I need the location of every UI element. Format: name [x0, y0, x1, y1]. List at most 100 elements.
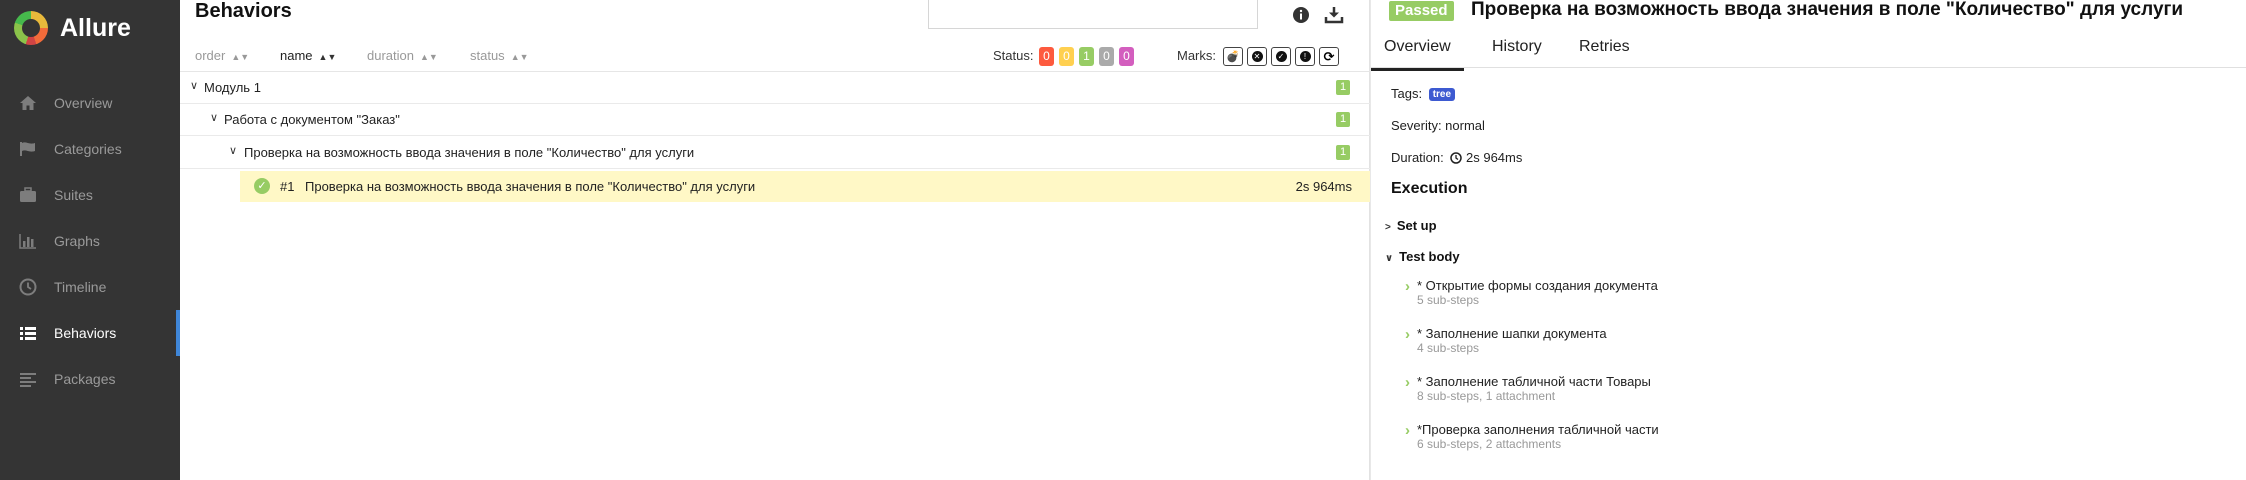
brand[interactable]: Allure: [0, 0, 180, 56]
status-badge: Passed: [1389, 1, 1454, 21]
sidebar-item-overview[interactable]: Overview: [0, 80, 180, 126]
tags-label: Tags:: [1391, 86, 1423, 101]
new-failed-mark-toggle[interactable]: ✕: [1247, 47, 1267, 66]
briefcase-icon: [18, 185, 38, 205]
tags-row: Tags: tree: [1391, 86, 1456, 101]
exclamation-circle-icon: !: [1299, 51, 1311, 62]
sidebar-item-packages[interactable]: Packages: [0, 356, 180, 402]
marks-filter-label: Marks:: [1177, 48, 1216, 63]
sidebar-item-label: Packages: [54, 371, 116, 387]
new-passed-mark-toggle[interactable]: ✓: [1271, 47, 1291, 66]
group-passed-count: 1: [1336, 145, 1350, 160]
sort-arrows-icon: ▲▼: [510, 52, 529, 62]
tab-history[interactable]: History: [1492, 38, 1542, 56]
status-skipped-count[interactable]: 0: [1099, 47, 1114, 66]
check-circle-icon: ✓: [1275, 51, 1287, 62]
sidebar-item-label: Graphs: [54, 233, 100, 249]
brand-name: Allure: [60, 13, 131, 42]
tree-group-story[interactable]: ∨ Проверка на возможность ввода значения…: [180, 137, 1370, 169]
tag-badge[interactable]: tree: [1428, 88, 1456, 101]
duration-label: Duration:: [1391, 150, 1444, 165]
sidebar-item-label: Timeline: [54, 279, 107, 295]
sidebar-item-behaviors[interactable]: Behaviors: [0, 310, 180, 356]
step-substeps: 8 sub-steps, 1 attachment: [1417, 389, 1556, 403]
refresh-icon: ⟳: [1323, 48, 1335, 64]
test-title: Проверка на возможность ввода значения в…: [1471, 0, 2184, 20]
chevron-right-icon: ›: [1405, 374, 1410, 391]
clock-icon: [18, 277, 38, 297]
status-passed-count[interactable]: 1: [1079, 47, 1094, 66]
new-broken-mark-toggle[interactable]: !: [1295, 47, 1315, 66]
page-title: Behaviors: [195, 0, 292, 22]
allure-report: Allure Overview Categories Suites Graphs…: [0, 0, 2246, 480]
chevron-right-icon: ›: [1405, 422, 1410, 439]
sort-duration[interactable]: duration ▲▼: [367, 48, 438, 63]
test-duration: 2s 964ms: [1295, 179, 1352, 194]
status-broken-count[interactable]: 0: [1059, 47, 1074, 66]
tab-retries[interactable]: Retries: [1579, 38, 1630, 56]
tree-group-label: Модуль 1: [204, 80, 261, 95]
status-failed-count[interactable]: 0: [1039, 47, 1054, 66]
duration-row: Duration: 2s 964ms: [1391, 150, 1522, 167]
download-icon[interactable]: [1323, 4, 1345, 26]
test-body-section[interactable]: ∨ Test body: [1385, 249, 1460, 264]
sidebar: Allure Overview Categories Suites Graphs…: [0, 0, 180, 480]
test-case-row[interactable]: ✓ #1 Проверка на возможность ввода значе…: [240, 171, 1370, 202]
step-substeps: 4 sub-steps: [1417, 341, 1480, 355]
sidebar-nav: Overview Categories Suites Graphs Timeli…: [0, 80, 180, 402]
tab-overview[interactable]: Overview: [1371, 38, 1464, 71]
list-icon: [18, 323, 38, 343]
sort-status[interactable]: status ▲▼: [470, 48, 529, 63]
tree-group-label: Проверка на возможность ввода значения в…: [244, 145, 695, 160]
chevron-right-icon: ›: [1405, 326, 1410, 343]
step-name: * Открытие формы создания документа: [1417, 278, 1658, 293]
sidebar-item-label: Behaviors: [54, 325, 117, 341]
tree-group-module[interactable]: ∨ Модуль 1 1: [180, 72, 1370, 104]
status-filter-label: Status:: [993, 48, 1034, 63]
setup-section[interactable]: > Set up: [1385, 218, 1437, 233]
sort-arrows-icon: ▲▼: [419, 52, 438, 62]
sort-name[interactable]: name ▲▼: [280, 48, 336, 63]
execution-title: Execution: [1391, 180, 1468, 197]
sort-arrows-icon: ▲▼: [231, 52, 250, 62]
flag-icon: [18, 139, 38, 159]
sidebar-item-label: Overview: [54, 95, 113, 111]
step-substeps: 6 sub-steps, 2 attachments: [1417, 437, 1562, 451]
sidebar-item-suites[interactable]: Suites: [0, 172, 180, 218]
search-input[interactable]: [928, 0, 1258, 29]
step-name: * Заполнение табличной части Товары: [1417, 374, 1651, 389]
tree-group-label: Работа с документом "Заказ": [224, 112, 400, 127]
severity-text: Severity: normal: [1391, 118, 1485, 133]
sidebar-item-graphs[interactable]: Graphs: [0, 218, 180, 264]
sidebar-item-label: Suites: [54, 187, 93, 203]
flaky-mark-toggle[interactable]: 💣: [1223, 47, 1243, 66]
align-left-icon: [18, 369, 38, 389]
sidebar-item-label: Categories: [54, 141, 122, 157]
tree-group-feature[interactable]: ∨ Работа с документом "Заказ" 1: [180, 104, 1370, 136]
sort-arrows-icon: ▲▼: [318, 52, 337, 62]
test-number: #1: [280, 179, 295, 194]
test-details-pane: Passed Проверка на возможность ввода зна…: [1370, 0, 2246, 480]
chevron-right-icon: ›: [1405, 278, 1410, 295]
retries-mark-toggle[interactable]: ⟳: [1319, 47, 1339, 66]
chevron-down-icon: ∨: [229, 145, 238, 157]
sidebar-item-categories[interactable]: Categories: [0, 126, 180, 172]
step-name: * Заполнение шапки документа: [1417, 326, 1607, 341]
times-circle-icon: ✕: [1251, 51, 1263, 62]
details-tabs: Overview History Retries: [1371, 32, 2246, 71]
chevron-down-icon: ∨: [210, 112, 219, 124]
sort-order[interactable]: order ▲▼: [195, 48, 249, 63]
sort-bar: order ▲▼ name ▲▼ duration ▲▼ status ▲▼ Statu…: [180, 44, 1370, 72]
group-passed-count: 1: [1336, 80, 1350, 95]
clock-icon: [1450, 152, 1463, 167]
passed-check-icon: ✓: [254, 178, 270, 194]
chevron-right-icon: >: [1385, 222, 1391, 233]
sidebar-item-timeline[interactable]: Timeline: [0, 264, 180, 310]
status-unknown-count[interactable]: 0: [1119, 47, 1134, 66]
info-icon[interactable]: [1290, 4, 1312, 26]
step-name: *Проверка заполнения табличной части: [1417, 422, 1659, 437]
allure-logo-icon: [14, 11, 48, 45]
step-substeps: 5 sub-steps: [1417, 293, 1480, 307]
group-passed-count: 1: [1336, 112, 1350, 127]
duration-value: 2s 964ms: [1466, 150, 1523, 165]
